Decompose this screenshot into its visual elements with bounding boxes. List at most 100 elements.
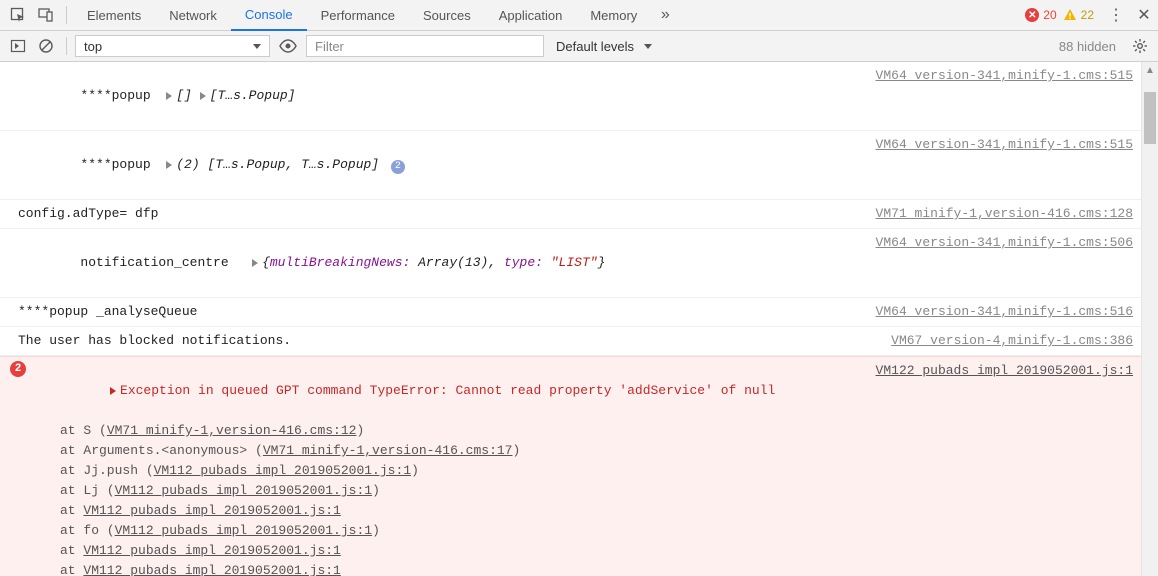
- obj-str: "LIST": [543, 255, 598, 270]
- chevron-down-icon: [644, 44, 652, 49]
- log-text: notification_centre: [80, 255, 228, 270]
- obj-close: }: [598, 255, 606, 270]
- expand-icon[interactable]: [200, 92, 206, 100]
- expand-icon[interactable]: [166, 92, 172, 100]
- stack-link[interactable]: VM112 pubads_impl_2019052001.js:1: [83, 503, 340, 518]
- stack-at: at fo (: [60, 523, 115, 538]
- source-link[interactable]: VM122 pubads_impl_2019052001.js:1: [876, 361, 1133, 421]
- stack-line: at S (VM71 minify-1,version-416.cms:12): [32, 421, 1133, 441]
- stack-at: at S (: [60, 423, 107, 438]
- log-count: (2): [176, 157, 199, 172]
- stack-tail: ): [372, 523, 380, 538]
- vertical-scrollbar[interactable]: ▲: [1141, 62, 1158, 576]
- stack-link[interactable]: VM112 pubads_impl_2019052001.js:1: [154, 463, 411, 478]
- stack-link[interactable]: VM112 pubads_impl_2019052001.js:1: [83, 563, 340, 576]
- stack-line: at Arguments.<anonymous> (VM71 minify-1,…: [32, 441, 1133, 461]
- stack-link[interactable]: VM112 pubads_impl_2019052001.js:1: [115, 483, 372, 498]
- source-link[interactable]: VM64 version-341,minify-1.cms:515: [876, 135, 1133, 155]
- error-row[interactable]: 2 Exception in queued GPT command TypeEr…: [0, 356, 1141, 576]
- tab-performance[interactable]: Performance: [307, 0, 409, 31]
- expand-icon[interactable]: [166, 161, 172, 169]
- stack-at: at Jj.push (: [60, 463, 154, 478]
- log-text: config.adType= dfp: [18, 204, 876, 224]
- log-array: [T…s.Popup, T…s.Popup]: [207, 157, 379, 172]
- log-row[interactable]: config.adType= dfp VM71 minify-1,version…: [0, 200, 1141, 229]
- obj-key: multiBreakingNews:: [270, 255, 410, 270]
- log-array: []: [176, 88, 192, 103]
- filter-placeholder: Filter: [315, 39, 344, 54]
- error-count-value: 20: [1043, 8, 1056, 22]
- stack-tail: ): [512, 443, 520, 458]
- warning-badge-icon: [1063, 8, 1077, 22]
- log-row[interactable]: ****popup (2) [T…s.Popup, T…s.Popup] 2 V…: [0, 131, 1141, 200]
- stack-link[interactable]: VM112 pubads_impl_2019052001.js:1: [115, 523, 372, 538]
- sidebar-toggle-icon[interactable]: [6, 34, 30, 58]
- tab-memory[interactable]: Memory: [576, 0, 651, 31]
- error-repeat-badge: 2: [10, 361, 26, 377]
- settings-gear-icon[interactable]: [1128, 34, 1152, 58]
- hidden-count[interactable]: 88 hidden: [1059, 39, 1116, 54]
- divider: [66, 37, 67, 55]
- inspect-icon[interactable]: [6, 3, 30, 27]
- stack-link[interactable]: VM71 minify-1,version-416.cms:12: [107, 423, 357, 438]
- stack-line: at Lj (VM112 pubads_impl_2019052001.js:1…: [32, 481, 1133, 501]
- close-devtools-icon[interactable]: ✕: [1132, 3, 1156, 27]
- stack-at: at Arguments.<anonymous> (: [60, 443, 263, 458]
- device-toggle-icon[interactable]: [34, 3, 58, 27]
- stack-tail: ): [372, 483, 380, 498]
- stack-link[interactable]: VM112 pubads_impl_2019052001.js:1: [83, 543, 340, 558]
- stack-line: at VM112 pubads_impl_2019052001.js:1: [32, 501, 1133, 521]
- filter-input[interactable]: Filter: [306, 35, 544, 57]
- tab-network[interactable]: Network: [155, 0, 231, 31]
- log-levels-selector[interactable]: Default levels: [548, 35, 660, 57]
- expand-icon[interactable]: [110, 387, 116, 395]
- warning-count-value: 22: [1081, 8, 1094, 22]
- warning-count[interactable]: 22: [1063, 8, 1094, 22]
- context-selector[interactable]: top: [75, 35, 270, 57]
- more-tabs-icon[interactable]: »: [653, 3, 677, 27]
- error-count[interactable]: ✕ 20: [1025, 8, 1056, 22]
- tab-sources[interactable]: Sources: [409, 0, 485, 31]
- log-text: ****popup: [80, 88, 150, 103]
- divider: [66, 6, 67, 24]
- obj-key: type:: [504, 255, 543, 270]
- levels-value: Default levels: [556, 39, 634, 54]
- stack-line: at Jj.push (VM112 pubads_impl_2019052001…: [32, 461, 1133, 481]
- obj-val: Array(13),: [410, 255, 504, 270]
- repeat-badge: 2: [391, 160, 405, 174]
- source-link[interactable]: VM67 version-4,minify-1.cms:386: [891, 331, 1133, 351]
- stack-line: at VM112 pubads_impl_2019052001.js:1: [32, 561, 1133, 576]
- stack-at: at: [60, 543, 83, 558]
- error-message: Exception in queued GPT command TypeErro…: [120, 383, 775, 398]
- stack-at: at Lj (: [60, 483, 115, 498]
- stack-tail: ): [356, 423, 364, 438]
- source-link[interactable]: VM64 version-341,minify-1.cms:516: [876, 302, 1133, 322]
- console-messages: ****popup [] [T…s.Popup] VM64 version-34…: [0, 62, 1141, 576]
- obj-open: {: [262, 255, 270, 270]
- devtools-tabbar: Elements Network Console Performance Sou…: [0, 0, 1158, 31]
- log-array: [T…s.Popup]: [210, 88, 296, 103]
- kebab-menu-icon[interactable]: ⋮: [1104, 3, 1128, 27]
- tab-console[interactable]: Console: [231, 0, 307, 31]
- clear-console-icon[interactable]: [34, 34, 58, 58]
- source-link[interactable]: VM64 version-341,minify-1.cms:506: [876, 233, 1133, 253]
- expand-icon[interactable]: [252, 259, 258, 267]
- stack-link[interactable]: VM71 minify-1,version-416.cms:17: [263, 443, 513, 458]
- stack-trace: at S (VM71 minify-1,version-416.cms:12) …: [32, 421, 1133, 576]
- stack-tail: ): [411, 463, 419, 478]
- live-expression-icon[interactable]: [274, 39, 302, 53]
- log-text: The user has blocked notifications.: [18, 331, 891, 351]
- console-toolbar: top Filter Default levels 88 hidden: [0, 31, 1158, 62]
- tab-application[interactable]: Application: [485, 0, 577, 31]
- log-row[interactable]: The user has blocked notifications. VM67…: [0, 327, 1141, 356]
- log-row[interactable]: ****popup [] [T…s.Popup] VM64 version-34…: [0, 62, 1141, 131]
- scroll-up-arrow[interactable]: ▲: [1142, 62, 1158, 79]
- chevron-down-icon: [253, 44, 261, 49]
- scroll-thumb[interactable]: [1144, 92, 1156, 144]
- source-link[interactable]: VM71 minify-1,version-416.cms:128: [876, 204, 1133, 224]
- log-row[interactable]: notification_centre {multiBreakingNews: …: [0, 229, 1141, 298]
- tab-elements[interactable]: Elements: [73, 0, 155, 31]
- stack-line: at VM112 pubads_impl_2019052001.js:1: [32, 541, 1133, 561]
- log-row[interactable]: ****popup _analyseQueue VM64 version-341…: [0, 298, 1141, 327]
- source-link[interactable]: VM64 version-341,minify-1.cms:515: [876, 66, 1133, 86]
